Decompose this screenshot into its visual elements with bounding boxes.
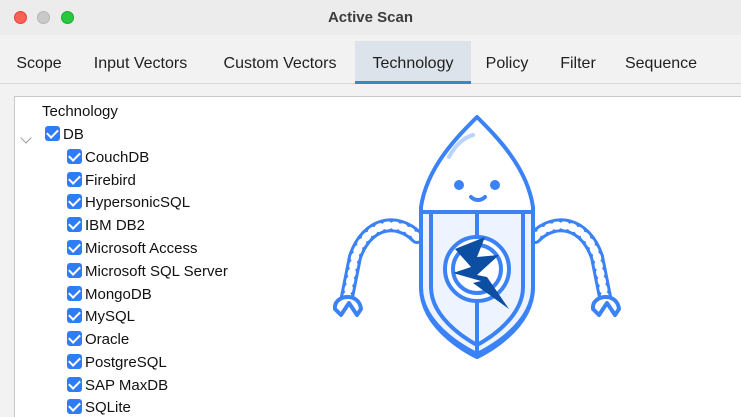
tree-item-ibm-db2[interactable]: IBM DB2 (67, 216, 145, 236)
tree-item-label: SAP MaxDB (85, 377, 169, 394)
tree-item-label: IBM DB2 (85, 217, 146, 234)
db-checkbox[interactable] (45, 126, 60, 141)
window-title: Active Scan (327, 9, 414, 26)
tree-item-firebird[interactable]: Firebird (67, 171, 136, 191)
tree-node-db[interactable]: DB (45, 125, 84, 145)
tree-item-label: Microsoft Access (85, 240, 198, 257)
tab-bar: Scope Input Vectors Custom Vectors Techn… (0, 41, 741, 84)
checkbox-ibm-db2[interactable] (67, 217, 82, 232)
tree-item-label: HypersonicSQL (85, 194, 191, 211)
tree-item-microsoft-sql-server[interactable]: Microsoft SQL Server (67, 262, 228, 282)
tree-item-hypersonicsql[interactable]: HypersonicSQL (67, 193, 190, 213)
checkbox-sap-maxdb[interactable] (67, 377, 82, 392)
checkbox-mongodb[interactable] (67, 286, 82, 301)
tree-item-mysql[interactable]: MySQL (67, 307, 135, 327)
tab-technology[interactable]: Technology (355, 41, 471, 84)
checkbox-couchdb[interactable] (67, 149, 82, 164)
tree-item-label: Microsoft SQL Server (85, 263, 228, 280)
tree-item-label: MySQL (85, 308, 136, 325)
checkbox-mysql[interactable] (67, 308, 82, 323)
title-bar: Active Scan (0, 0, 741, 35)
checkbox-firebird[interactable] (67, 172, 82, 187)
checkbox-postgresql[interactable] (67, 354, 82, 369)
tab-sequence[interactable]: Sequence (614, 41, 708, 84)
checkbox-oracle[interactable] (67, 331, 82, 346)
tree-item-mongodb[interactable]: MongoDB (67, 285, 152, 305)
technology-panel: Technology DB CouchDB Firebird Hypersoni… (14, 96, 741, 417)
checkbox-microsoft-access[interactable] (67, 240, 82, 255)
tree-node-db-label: DB (63, 126, 84, 143)
tree-item-label: Oracle (85, 331, 130, 348)
tree-item-label: Firebird (85, 172, 136, 189)
tree-item-couchdb[interactable]: CouchDB (67, 148, 149, 168)
tab-filter[interactable]: Filter (548, 41, 608, 84)
tree-item-sap-maxdb[interactable]: SAP MaxDB (67, 376, 168, 396)
tree-item-label: MongoDB (85, 286, 152, 303)
tab-custom-vectors[interactable]: Custom Vectors (208, 41, 352, 84)
tree-root-technology: Technology (42, 103, 118, 120)
checkbox-sqlite[interactable] (67, 399, 82, 414)
tree-item-postgresql[interactable]: PostgreSQL (67, 353, 167, 373)
tree-item-label: SQLite (85, 399, 131, 416)
tab-scope[interactable]: Scope (6, 41, 72, 84)
tree-item-label: PostgreSQL (85, 354, 167, 371)
checkbox-hypersonicsql[interactable] (67, 194, 82, 209)
tree-item-label: CouchDB (85, 149, 150, 166)
checkbox-microsoft-sql-server[interactable] (67, 263, 82, 278)
tree-item-oracle[interactable]: Oracle (67, 330, 129, 350)
tree-item-sqlite[interactable]: SQLite (67, 398, 131, 417)
zap-robot-mascot-icon (333, 115, 621, 359)
tab-input-vectors[interactable]: Input Vectors (77, 41, 204, 84)
tree-item-microsoft-access[interactable]: Microsoft Access (67, 239, 198, 259)
tab-policy[interactable]: Policy (474, 41, 540, 84)
chevron-down-icon[interactable] (20, 132, 32, 144)
